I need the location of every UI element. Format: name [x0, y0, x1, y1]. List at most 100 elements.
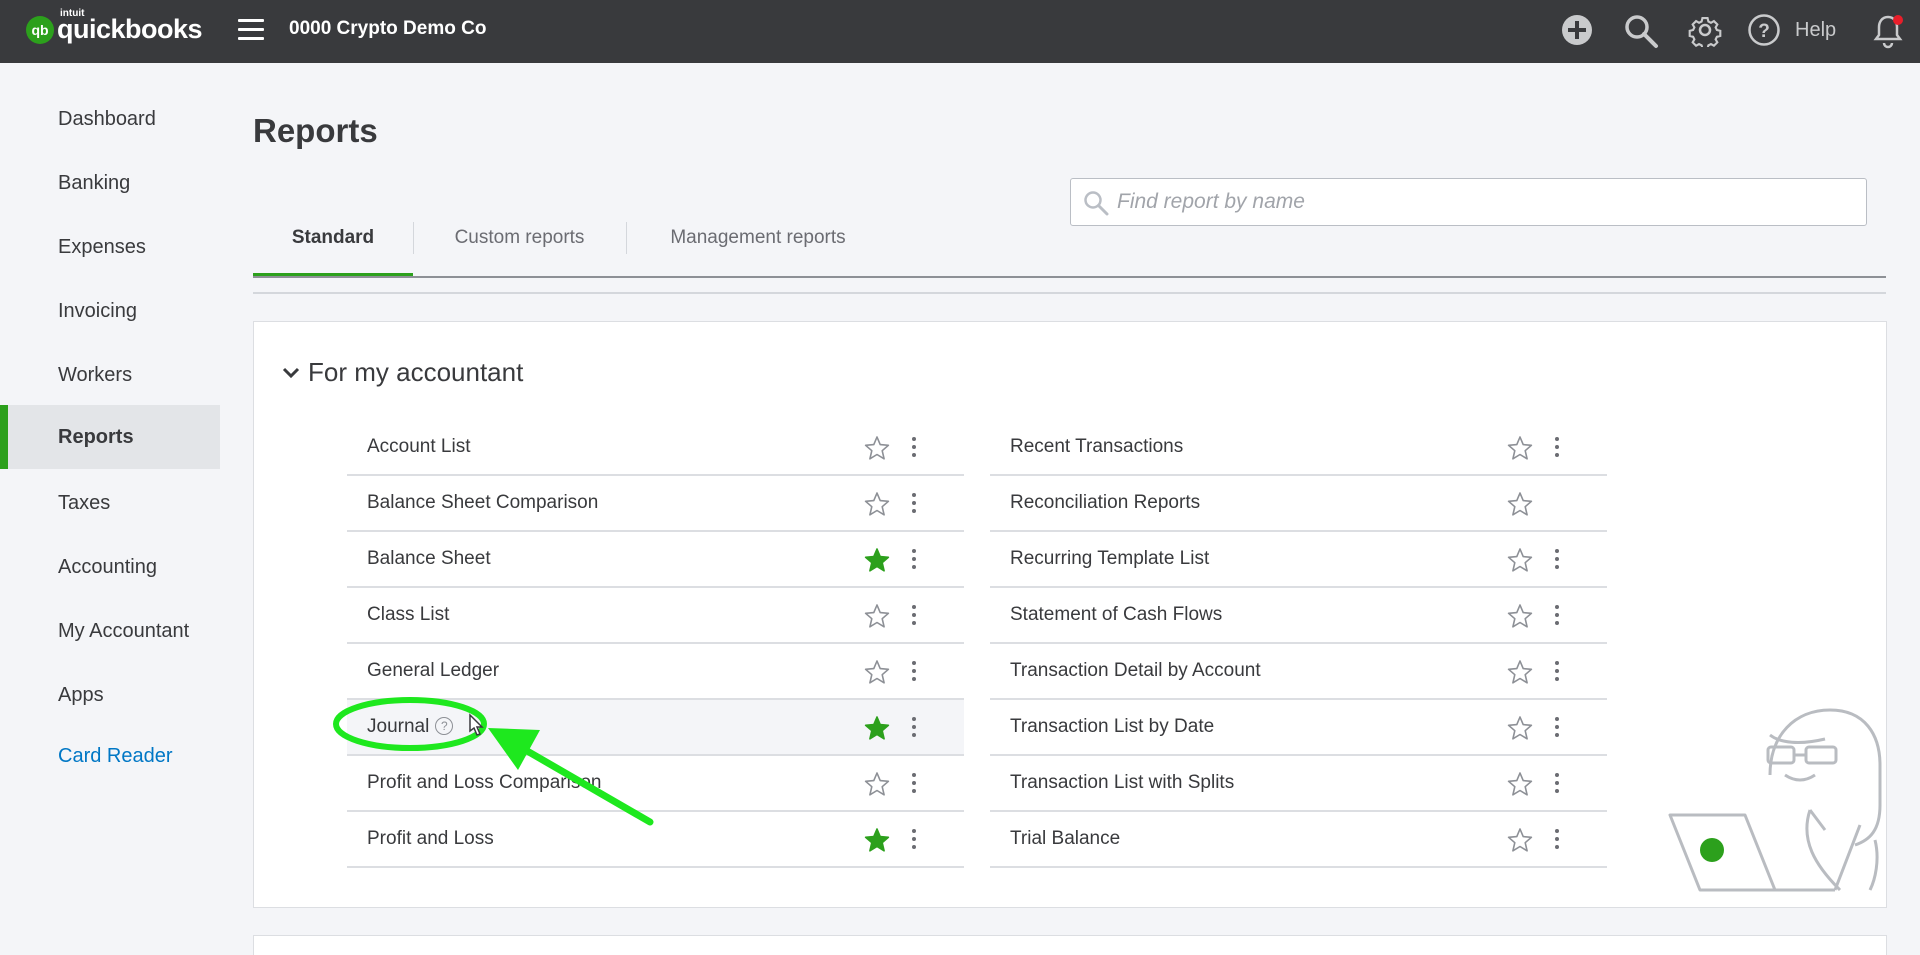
report-list-left: Account List Balance Sheet Comparison Bala…: [347, 420, 964, 868]
report-name-link[interactable]: Balance Sheet: [367, 532, 491, 586]
sidebar-item-my-accountant[interactable]: My Accountant: [0, 599, 220, 663]
report-row[interactable]: Trial Balance: [990, 812, 1607, 868]
report-name-link[interactable]: Recurring Template List: [1010, 532, 1209, 586]
more-options-icon[interactable]: [907, 434, 921, 462]
more-options-icon[interactable]: [907, 602, 921, 630]
report-name-link[interactable]: Profit and Loss: [367, 812, 494, 866]
report-name-link[interactable]: Account List: [367, 420, 471, 474]
report-name-link[interactable]: Profit and Loss Comparison: [367, 756, 601, 810]
chevron-down-icon: [282, 367, 300, 378]
sidebar-item-expenses[interactable]: Expenses: [0, 215, 220, 279]
more-options-icon[interactable]: [907, 770, 921, 798]
more-options-icon[interactable]: [1550, 714, 1564, 742]
sidebar-item-accounting[interactable]: Accounting: [0, 535, 220, 599]
star-outline-icon[interactable]: [1507, 715, 1533, 741]
more-options-icon[interactable]: [907, 714, 921, 742]
star-outline-icon[interactable]: [864, 603, 890, 629]
search-icon[interactable]: [1623, 13, 1659, 49]
report-name-link[interactable]: Transaction List by Date: [1010, 700, 1214, 754]
more-options-icon[interactable]: [1550, 826, 1564, 854]
section-title: For my accountant: [308, 357, 524, 387]
report-name: General Ledger: [367, 660, 500, 681]
report-name-link[interactable]: Transaction Detail by Account: [1010, 644, 1261, 698]
star-outline-icon[interactable]: [1507, 603, 1533, 629]
star-filled-icon[interactable]: [864, 547, 890, 573]
quickbooks-logo[interactable]: qb intuit quickbooks: [26, 8, 203, 45]
report-row[interactable]: Statement of Cash Flows: [990, 588, 1607, 644]
more-options-icon[interactable]: [907, 546, 921, 574]
sidebar-item-apps[interactable]: Apps: [0, 663, 220, 727]
report-list-right: Recent Transactions Reconciliation Report…: [990, 420, 1607, 868]
tab-management-reports[interactable]: Management reports: [626, 218, 890, 278]
sidebar-item-reports[interactable]: Reports: [0, 405, 220, 469]
tab-custom-reports[interactable]: Custom reports: [413, 218, 626, 278]
report-row[interactable]: Balance Sheet: [347, 532, 964, 588]
more-options-icon[interactable]: [1550, 434, 1564, 462]
next-section-card: [253, 935, 1887, 955]
report-name: Recurring Template List: [1010, 548, 1210, 569]
more-options-icon[interactable]: [907, 826, 921, 854]
report-name-link[interactable]: Recent Transactions: [1010, 420, 1183, 474]
help-circle-icon[interactable]: ?: [1747, 13, 1781, 47]
star-outline-icon[interactable]: [864, 771, 890, 797]
report-row[interactable]: Account List: [347, 420, 964, 476]
search-icon: [1084, 191, 1109, 216]
report-name: Journal: [367, 716, 430, 737]
report-name-link[interactable]: Reconciliation Reports: [1010, 476, 1200, 530]
report-row[interactable]: Transaction Detail by Account: [990, 644, 1607, 700]
report-name-link[interactable]: Journal?: [367, 700, 454, 754]
sidebar-item-card-reader[interactable]: Card Reader: [0, 724, 220, 788]
report-row[interactable]: Class List: [347, 588, 964, 644]
star-filled-icon[interactable]: [864, 827, 890, 853]
sidebar-item-dashboard[interactable]: Dashboard: [0, 87, 220, 151]
report-name-link[interactable]: General Ledger: [367, 644, 499, 698]
star-outline-icon[interactable]: [1507, 659, 1533, 685]
plus-circle-icon[interactable]: [1560, 13, 1594, 47]
qb-logo-icon: qb: [26, 15, 54, 44]
report-row[interactable]: Profit and Loss Comparison: [347, 756, 964, 812]
report-row[interactable]: Transaction List with Splits: [990, 756, 1607, 812]
star-outline-icon[interactable]: [864, 659, 890, 685]
report-name-link[interactable]: Statement of Cash Flows: [1010, 588, 1222, 642]
more-options-icon[interactable]: [1550, 602, 1564, 630]
more-options-icon[interactable]: [1550, 658, 1564, 686]
report-row[interactable]: Balance Sheet Comparison: [347, 476, 964, 532]
report-row[interactable]: Recurring Template List: [990, 532, 1607, 588]
more-options-icon[interactable]: [907, 490, 921, 518]
info-icon[interactable]: ?: [435, 717, 454, 735]
report-row[interactable]: General Ledger: [347, 644, 964, 700]
report-name-link[interactable]: Transaction List with Splits: [1010, 756, 1234, 810]
star-outline-icon[interactable]: [864, 491, 890, 517]
report-name-link[interactable]: Trial Balance: [1010, 812, 1120, 866]
hamburger-menu-icon[interactable]: [238, 19, 264, 41]
report-name: Balance Sheet Comparison: [367, 492, 599, 513]
report-name: Profit and Loss Comparison: [367, 772, 602, 793]
section-toggle[interactable]: For my accountant: [282, 357, 523, 388]
star-outline-icon[interactable]: [1507, 827, 1533, 853]
more-options-icon[interactable]: [907, 658, 921, 686]
sidebar-item-invoicing[interactable]: Invoicing: [0, 279, 220, 343]
star-filled-icon[interactable]: [864, 715, 890, 741]
star-outline-icon[interactable]: [1507, 491, 1533, 517]
report-row[interactable]: Transaction List by Date: [990, 700, 1607, 756]
star-outline-icon[interactable]: [864, 435, 890, 461]
star-outline-icon[interactable]: [1507, 435, 1533, 461]
star-outline-icon[interactable]: [1507, 547, 1533, 573]
gear-icon[interactable]: [1688, 13, 1722, 47]
bell-icon[interactable]: [1871, 13, 1905, 49]
report-row[interactable]: Recent Transactions: [990, 420, 1607, 476]
help-label[interactable]: Help: [1795, 19, 1836, 42]
sidebar-item-banking[interactable]: Banking: [0, 151, 220, 215]
more-options-icon[interactable]: [1550, 770, 1564, 798]
sidebar-item-taxes[interactable]: Taxes: [0, 471, 220, 535]
tab-standard[interactable]: Standard: [253, 218, 413, 278]
report-row[interactable]: Journal?: [347, 700, 964, 756]
report-name-link[interactable]: Balance Sheet Comparison: [367, 476, 598, 530]
report-name-link[interactable]: Class List: [367, 588, 449, 642]
star-outline-icon[interactable]: [1507, 771, 1533, 797]
report-row[interactable]: Reconciliation Reports: [990, 476, 1607, 532]
report-name: Balance Sheet: [367, 548, 491, 569]
sidebar-item-workers[interactable]: Workers: [0, 343, 220, 407]
report-row[interactable]: Profit and Loss: [347, 812, 964, 868]
more-options-icon[interactable]: [1550, 546, 1564, 574]
